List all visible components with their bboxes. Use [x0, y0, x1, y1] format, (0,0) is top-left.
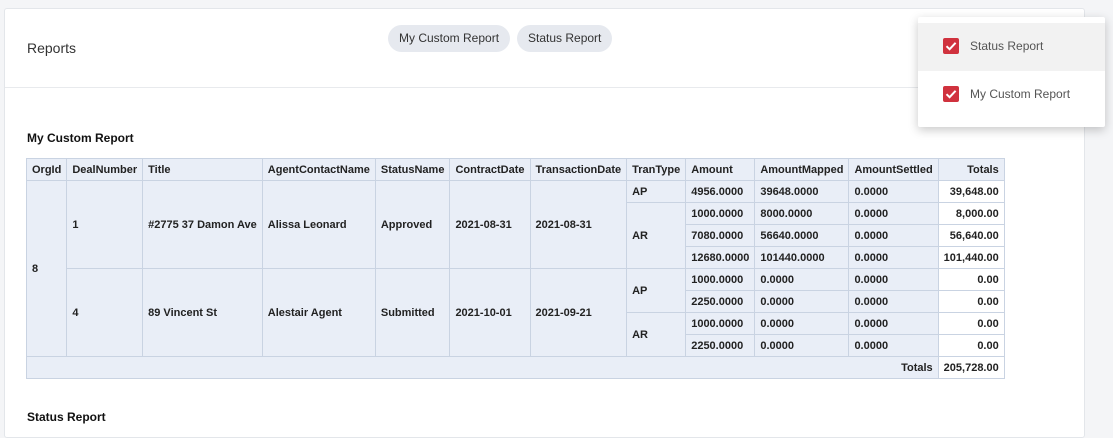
table-header-row: OrgId DealNumber Title AgentContactName …	[25, 158, 1005, 181]
dropdown-item-my-custom-report[interactable]: My Custom Report	[918, 71, 1105, 119]
total-cell: 39,648.00	[937, 180, 1005, 203]
amount-cell: 2250.0000	[685, 334, 756, 357]
column-header: Totals	[937, 158, 1005, 181]
deal-number-cell: 4	[66, 268, 144, 357]
amount-cell: 4956.0000	[685, 180, 756, 203]
contract-date-cell: 2021-10-01	[449, 268, 531, 357]
total-cell: 101,440.00	[937, 246, 1005, 269]
amount-cell: 2250.0000	[685, 290, 756, 313]
checkbox-checked-icon[interactable]	[943, 38, 959, 54]
agent-cell: Alissa Leonard	[261, 180, 376, 269]
amount-settled-cell: 0.0000	[848, 268, 939, 291]
dropdown-item-label: My Custom Report	[970, 87, 1071, 101]
tran-type-cell: AR	[626, 202, 687, 269]
status-cell: Submitted	[374, 268, 451, 357]
table-row: 8 1 #2775 37 Damon Ave Alissa Leonard Ap…	[25, 180, 1005, 357]
title-cell: #2775 37 Damon Ave	[142, 180, 263, 269]
grand-total-row: Totals 205,728.00	[26, 356, 1005, 379]
amount-settled-cell: 0.0000	[848, 334, 939, 357]
amount-mapped-cell: 0.0000	[754, 290, 850, 313]
amount-settled-cell: 0.0000	[848, 246, 939, 269]
grand-total-value: 205,728.00	[937, 356, 1005, 379]
column-header: AgentContactName	[261, 158, 376, 181]
column-header: AmountSettled	[848, 158, 939, 181]
chip-status-report[interactable]: Status Report	[517, 25, 613, 52]
chip-my-custom-report[interactable]: My Custom Report	[388, 25, 511, 52]
transaction-date-cell: 2021-09-21	[529, 268, 628, 357]
checkbox-checked-icon[interactable]	[943, 86, 959, 102]
amount-settled-cell: 0.0000	[848, 312, 939, 335]
dropdown-item-label: Status Report	[970, 39, 1044, 53]
report-visibility-dropdown: Status Report My Custom Report	[918, 17, 1105, 127]
table-row: 4 89 Vincent St Alestair Agent Submitted…	[27, 268, 1005, 357]
status-cell: Approved	[374, 180, 451, 269]
tran-type-cell: AP	[626, 268, 687, 313]
tran-type-cell: AR	[626, 312, 687, 357]
amount-cell: 1000.0000	[685, 268, 756, 291]
dropdown-item-status-report[interactable]: Status Report	[918, 23, 1105, 71]
amount-cell: 1000.0000	[685, 312, 756, 335]
amount-mapped-cell: 8000.0000	[754, 202, 850, 225]
page-title: Reports	[27, 40, 77, 56]
transaction-date-cell: 2021-08-31	[529, 180, 628, 269]
deal-number-cell: 1	[66, 180, 144, 269]
amount-cell: 12680.0000	[685, 246, 756, 269]
agent-cell: Alestair Agent	[261, 268, 376, 357]
contract-date-cell: 2021-08-31	[449, 180, 531, 269]
amount-mapped-cell: 0.0000	[754, 268, 850, 291]
total-cell: 0.00	[937, 268, 1005, 291]
org-id-cell: 8	[25, 180, 68, 357]
amount-settled-cell: 0.0000	[848, 224, 939, 247]
report-title-status-report: Status Report	[27, 410, 106, 424]
amount-cell: 1000.0000	[685, 202, 756, 225]
column-header: DealNumber	[66, 158, 144, 181]
amount-cell: 7080.0000	[685, 224, 756, 247]
title-cell: 89 Vincent St	[142, 268, 263, 357]
column-header: TransactionDate	[529, 158, 628, 181]
amount-settled-cell: 0.0000	[848, 180, 939, 203]
amount-mapped-cell: 56640.0000	[754, 224, 850, 247]
column-header: StatusName	[374, 158, 451, 181]
grand-total-label: Totals	[26, 356, 939, 379]
report-title-my-custom-report: My Custom Report	[27, 131, 134, 145]
amount-settled-cell: 0.0000	[848, 290, 939, 313]
amount-settled-cell: 0.0000	[848, 202, 939, 225]
column-header: Amount	[685, 158, 756, 181]
amount-mapped-cell: 101440.0000	[754, 246, 850, 269]
total-cell: 8,000.00	[937, 202, 1005, 225]
column-header: TranType	[626, 158, 687, 181]
total-cell: 0.00	[937, 334, 1005, 357]
custom-report-table: OrgId DealNumber Title AgentContactName …	[25, 158, 1005, 379]
amount-mapped-cell: 39648.0000	[754, 180, 850, 203]
total-cell: 0.00	[937, 290, 1005, 313]
column-header: AmountMapped	[754, 158, 850, 181]
column-header: Title	[142, 158, 263, 181]
tran-type-cell: AP	[626, 180, 687, 203]
column-header: OrgId	[25, 158, 68, 181]
total-cell: 0.00	[937, 312, 1005, 335]
column-header: ContractDate	[449, 158, 531, 181]
total-cell: 56,640.00	[937, 224, 1005, 247]
amount-mapped-cell: 0.0000	[754, 312, 850, 335]
amount-mapped-cell: 0.0000	[754, 334, 850, 357]
